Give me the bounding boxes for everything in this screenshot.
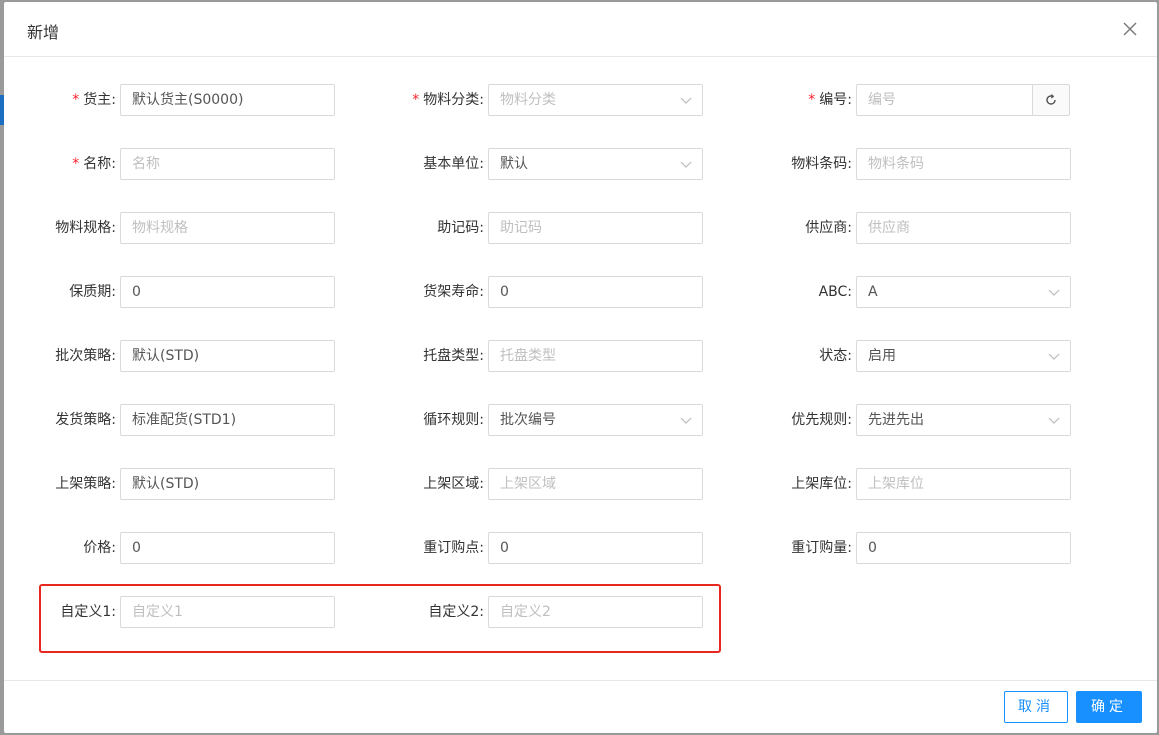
supplier-label: 供应商: — [805, 220, 852, 236]
price-label: 价格: — [83, 540, 116, 556]
dialog-title: 新增 — [27, 23, 60, 42]
name-label: * 名称: — [72, 156, 116, 172]
chevron-down-icon — [680, 97, 692, 104]
abc-select[interactable]: A — [856, 276, 1071, 308]
cancel-button[interactable]: 取消 — [1004, 691, 1068, 723]
status-select[interactable]: 启用 — [856, 340, 1071, 372]
ship-strategy-input[interactable]: 标准配货(STD1) — [120, 404, 335, 436]
pallet-type-label: 托盘类型: — [423, 348, 484, 364]
code-input[interactable]: 编号 — [856, 84, 1032, 116]
reorder-point-label: 重订购点: — [423, 540, 484, 556]
barcode-label: 物料条码: — [791, 156, 852, 172]
batch-strategy-label: 批次策略: — [55, 348, 116, 364]
mnemonic-input[interactable]: 助记码 — [488, 212, 703, 244]
base-unit-label: 基本单位: — [423, 156, 484, 172]
putaway-strategy-input[interactable]: 默认(STD) — [120, 468, 335, 500]
chevron-down-icon — [1048, 353, 1060, 360]
spec-label: 物料规格: — [55, 220, 116, 236]
refresh-icon — [1046, 94, 1056, 105]
putaway-area-input[interactable]: 上架区域 — [488, 468, 703, 500]
reorder-qty-input[interactable]: 0 — [856, 532, 1071, 564]
custom1-label: 自定义1: — [60, 604, 116, 620]
close-icon[interactable] — [1119, 18, 1141, 40]
code-label: * 编号: — [808, 92, 852, 108]
reorder-qty-label: 重订购量: — [791, 540, 852, 556]
cycle-rule-label: 循环规则: — [423, 412, 484, 428]
status-label: 状态: — [819, 348, 852, 364]
putaway-location-input[interactable]: 上架库位 — [856, 468, 1071, 500]
barcode-input[interactable]: 物料条码 — [856, 148, 1071, 180]
ok-button[interactable]: 确定 — [1076, 691, 1142, 723]
owner-label: * 货主: — [72, 92, 116, 108]
price-input[interactable]: 0 — [120, 532, 335, 564]
custom1-input[interactable]: 自定义1 — [120, 596, 335, 628]
custom2-label: 自定义2: — [428, 604, 484, 620]
chevron-down-icon — [1048, 417, 1060, 424]
supplier-input[interactable]: 供应商 — [856, 212, 1071, 244]
mnemonic-label: 助记码: — [437, 220, 484, 236]
rack-life-input[interactable]: 0 — [488, 276, 703, 308]
putaway-strategy-label: 上架策略: — [55, 476, 116, 492]
refresh-code-button[interactable] — [1032, 84, 1070, 116]
dialog-header: 新增 — [4, 2, 1157, 57]
owner-input[interactable]: 默认货主(S0000) — [120, 84, 335, 116]
category-select[interactable]: 物料分类 — [488, 84, 703, 116]
priority-rule-select[interactable]: 先进先出 — [856, 404, 1071, 436]
spec-input[interactable]: 物料规格 — [120, 212, 335, 244]
reorder-point-input[interactable]: 0 — [488, 532, 703, 564]
putaway-location-label: 上架库位: — [791, 476, 852, 492]
chevron-down-icon — [680, 417, 692, 424]
pallet-type-input[interactable]: 托盘类型 — [488, 340, 703, 372]
cycle-rule-select[interactable]: 批次编号 — [488, 404, 703, 436]
shelf-life-label: 保质期: — [69, 284, 116, 300]
chevron-down-icon — [680, 161, 692, 168]
name-input[interactable]: 名称 — [120, 148, 335, 180]
chevron-down-icon — [1048, 289, 1060, 296]
dialog: 新增 * 货主: 默认货主(S0000) * 物料分类: 物料分类 * 编号: 编号 … — [4, 2, 1157, 733]
custom2-input[interactable]: 自定义2 — [488, 596, 703, 628]
putaway-area-label: 上架区域: — [423, 476, 484, 492]
rack-life-label: 货架寿命: — [423, 284, 484, 300]
category-label: * 物料分类: — [412, 92, 484, 108]
dialog-footer-divider — [4, 680, 1157, 681]
base-unit-select[interactable]: 默认 — [488, 148, 703, 180]
ship-strategy-label: 发货策略: — [55, 412, 116, 428]
shelf-life-input[interactable]: 0 — [120, 276, 335, 308]
batch-strategy-input[interactable]: 默认(STD) — [120, 340, 335, 372]
priority-rule-label: 优先规则: — [791, 412, 852, 428]
abc-label: ABC: — [818, 284, 852, 300]
